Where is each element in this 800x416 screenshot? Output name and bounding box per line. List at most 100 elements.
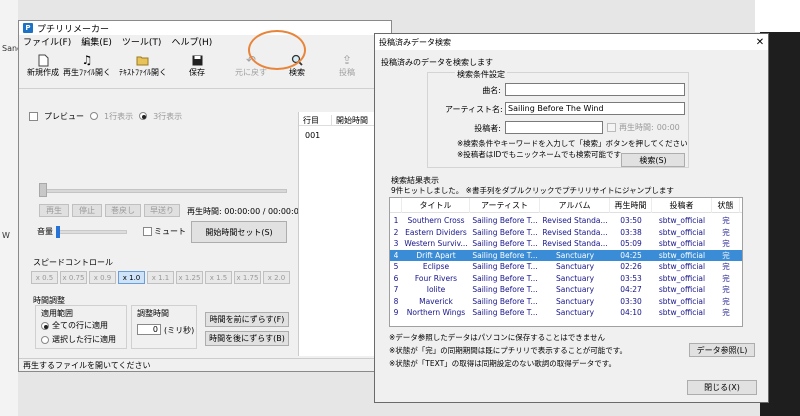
row-poster: sbtw_official	[658, 216, 706, 225]
table-row[interactable]: 1 Southern Cross Sailing Before T... Revise…	[390, 215, 742, 226]
menu-bar: ファイル(F) 編集(E) ツール(T) ヘルプ(H)	[19, 35, 391, 48]
table-row[interactable]: 7 Iolite Sailing Before T... Sanctuary 04:27…	[390, 284, 742, 295]
table-row[interactable]: 9 Northern Wings Sailing Before T... Sanctu…	[390, 307, 742, 318]
search-note-1: ※検索条件やキーワードを入力して「検索」ボタンを押してください	[457, 139, 688, 148]
row-status: 完	[722, 308, 730, 317]
row-poster: sbtw_official	[658, 296, 706, 306]
row-duration: 02:26	[620, 262, 642, 271]
row-index: 3	[393, 239, 399, 248]
speed-1.1-button[interactable]: x 1.1	[147, 271, 174, 284]
menu-edit[interactable]: 編集(E)	[81, 35, 112, 48]
speed-1.5-button[interactable]: x 1.5	[205, 271, 232, 284]
row-index: 6	[393, 273, 399, 283]
row-poster: sbtw_official	[658, 273, 706, 283]
apply-all-radio[interactable]	[41, 321, 49, 330]
table-row[interactable]: 3 Western Surviv... Sailing Before T... Rev…	[390, 238, 742, 249]
table-row[interactable]: 8 Maverick Sailing Before T... Sanctuary 03:…	[390, 296, 742, 307]
result-summary: 9件ヒットしました。 ※書手列をダブルクリックでプチリリサイトにジャンプします	[391, 186, 674, 195]
song-input[interactable]	[505, 83, 685, 96]
seek-thumb[interactable]	[39, 183, 47, 197]
shift-later-button[interactable]: 時間を後にずらす(B)	[205, 331, 289, 346]
col-title[interactable]: タイトル	[402, 198, 470, 213]
menu-file[interactable]: ファイル(F)	[23, 35, 71, 48]
save-button[interactable]: 保存	[189, 53, 205, 78]
playtime-value: 00:00	[656, 123, 680, 132]
col-artist[interactable]: アーティスト	[470, 198, 540, 213]
rewind-button[interactable]: 巻戻し	[105, 204, 141, 217]
adjust-time-input[interactable]: 0	[137, 324, 161, 335]
bottom-note-1: ※データ参照したデータはパソコンに保存することはできません	[389, 333, 606, 342]
adjust-time-unit: (ミリ秒)	[164, 326, 195, 335]
col-poster[interactable]: 投稿者	[652, 198, 712, 213]
preview-3line-radio[interactable]	[139, 112, 148, 120]
col-album[interactable]: アルバム	[540, 198, 610, 213]
shift-earlier-button[interactable]: 時間を前にずらす(F)	[205, 312, 289, 327]
apply-selected-option[interactable]: 選択した行に適用	[41, 334, 116, 345]
close-button[interactable]: 閉じる(X)	[687, 380, 757, 395]
row-status: 完	[722, 273, 730, 283]
post-label: 投稿	[339, 68, 355, 77]
search-conditions-label: 検索条件設定	[455, 69, 507, 80]
close-icon[interactable]: ✕	[753, 35, 767, 49]
forward-button[interactable]: 早送り	[144, 204, 180, 217]
table-row[interactable]: 4 Drift Apart Sailing Before T... Sanctuary…	[390, 249, 742, 261]
playtime-checkbox[interactable]	[607, 123, 616, 132]
volume-label: 音量	[37, 227, 53, 236]
speed-0.5-button[interactable]: x 0.5	[31, 271, 58, 284]
new-file-button[interactable]: 新規作成	[27, 53, 59, 78]
lyric-row-number[interactable]: 001	[305, 131, 320, 140]
speed-1.25-button[interactable]: x 1.25	[176, 271, 203, 284]
poster-input[interactable]	[505, 121, 603, 134]
data-reference-button[interactable]: データ参照(L)	[689, 343, 755, 357]
speed-1.75-button[interactable]: x 1.75	[234, 271, 261, 284]
mute-checkbox[interactable]	[143, 227, 152, 236]
stop-button[interactable]: 停止	[72, 204, 102, 217]
artist-input[interactable]: Sailing Before The Wind	[505, 102, 685, 115]
volume-slider[interactable]	[56, 225, 127, 238]
col-duration[interactable]: 再生時間	[610, 198, 652, 213]
speed-0.9-button[interactable]: x 0.9	[89, 271, 116, 284]
search-note-2: ※投稿者はIDでもニックネームでも検索可能です	[457, 150, 622, 159]
table-row[interactable]: 2 Eastern Dividers Sailing Before T... Revi…	[390, 227, 742, 238]
table-row[interactable]: 6 Four Rivers Sailing Before T... Sanctuary…	[390, 273, 742, 284]
apply-range-label: 適用範囲	[41, 309, 73, 318]
open-audio-button[interactable]: ♫ 再生ﾌｧｲﾙ開く	[63, 53, 111, 78]
apply-selected-radio[interactable]	[41, 335, 49, 344]
artist-label: アーティスト名:	[445, 105, 503, 114]
col-status[interactable]: 状態	[712, 198, 740, 213]
speed-0.75-button[interactable]: x 0.75	[60, 271, 87, 284]
new-file-label: 新規作成	[27, 68, 59, 77]
seek-bar[interactable]	[41, 189, 287, 193]
results-table[interactable]: タイトル アーティスト アルバム 再生時間 投稿者 状態 1 Southern C…	[389, 197, 743, 327]
speed-2.0-button[interactable]: x 2.0	[263, 271, 290, 284]
play-button[interactable]: 再生	[39, 204, 69, 217]
row-artist: Sailing Before T...	[472, 239, 538, 248]
row-poster: sbtw_official	[658, 262, 706, 271]
open-text-button[interactable]: ﾃｷｽﾄﾌｧｲﾙ開く	[119, 53, 167, 78]
row-index: 8	[393, 296, 399, 306]
dialog-search-button[interactable]: 検索(S)	[621, 153, 685, 167]
row-artist: Sailing Before T...	[472, 273, 538, 283]
col-start-time: 開始時間	[331, 115, 368, 126]
row-title: Eclipse	[422, 262, 450, 271]
background-white-panel	[755, 0, 800, 32]
row-status: 完	[722, 296, 730, 306]
set-start-time-button[interactable]: 開始時間セット(S)	[191, 221, 287, 243]
row-album: Sanctuary	[555, 262, 595, 271]
playtime-filter: 再生時間: 00:00	[607, 122, 680, 133]
volume-thumb[interactable]	[56, 225, 60, 238]
preview-1line-radio[interactable]	[90, 112, 98, 120]
row-status: 完	[722, 285, 730, 294]
preview-checkbox[interactable]	[29, 111, 38, 121]
apply-all-option[interactable]: 全ての行に適用	[41, 320, 108, 331]
menu-help[interactable]: ヘルプ(H)	[171, 35, 212, 48]
main-window: P プチリリメーカー ファイル(F) 編集(E) ツール(T) ヘルプ(H) 新…	[18, 20, 393, 372]
row-album: Revised Standa...	[542, 216, 608, 225]
folder-open-icon	[135, 53, 151, 67]
row-title: Western Surviv...	[404, 239, 468, 248]
speed-1.0-button[interactable]: x 1.0	[118, 271, 145, 284]
post-button[interactable]: ⇪ 投稿	[339, 53, 355, 78]
table-row[interactable]: 5 Eclipse Sailing Before T... Sanctuary 02:2…	[390, 261, 742, 272]
menu-tools[interactable]: ツール(T)	[122, 35, 162, 48]
mute-label: ミュート	[154, 227, 186, 236]
